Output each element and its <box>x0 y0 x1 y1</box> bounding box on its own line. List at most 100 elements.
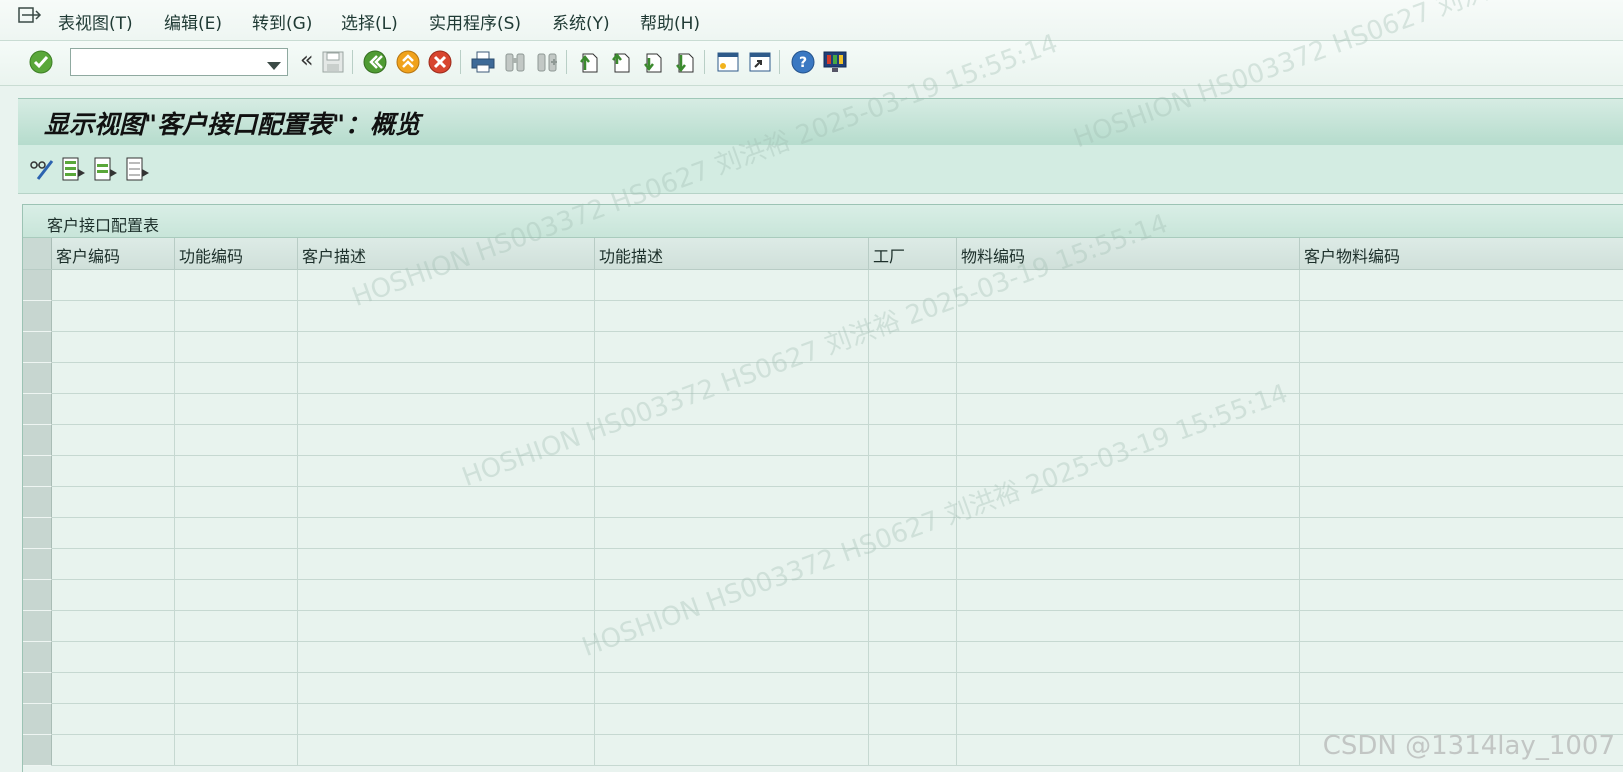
menu-edit[interactable]: 编辑(E) <box>164 9 222 34</box>
table-cell[interactable] <box>957 394 1300 425</box>
table-cell[interactable] <box>298 394 595 425</box>
table-cell[interactable] <box>175 270 298 301</box>
row-selector[interactable] <box>23 580 52 611</box>
table-cell[interactable] <box>957 425 1300 456</box>
row-selector[interactable] <box>23 363 52 394</box>
menu-goto[interactable]: 转到(G) <box>252 9 312 34</box>
table-cell[interactable] <box>869 456 957 487</box>
column-header-function-code[interactable]: 功能编码 <box>175 238 298 269</box>
table-cell[interactable] <box>1300 549 1623 580</box>
table-cell[interactable] <box>298 425 595 456</box>
table-cell[interactable] <box>175 611 298 642</box>
row-selector[interactable] <box>23 332 52 363</box>
table-cell[interactable] <box>175 363 298 394</box>
table-cell[interactable] <box>175 704 298 735</box>
exit-icon[interactable] <box>393 47 423 77</box>
column-header-customer-desc[interactable]: 客户描述 <box>298 238 595 269</box>
last-page-icon[interactable] <box>670 47 700 77</box>
row-selector[interactable] <box>23 549 52 580</box>
table-cell[interactable] <box>52 549 175 580</box>
table-cell[interactable] <box>175 425 298 456</box>
table-cell[interactable] <box>595 673 869 704</box>
first-page-icon[interactable] <box>574 47 604 77</box>
table-cell[interactable] <box>869 518 957 549</box>
table-cell[interactable] <box>869 580 957 611</box>
table-cell[interactable] <box>1300 456 1623 487</box>
table-cell[interactable] <box>957 363 1300 394</box>
table-cell[interactable] <box>52 580 175 611</box>
table-cell[interactable] <box>298 363 595 394</box>
table-cell[interactable] <box>957 270 1300 301</box>
table-cell[interactable] <box>52 456 175 487</box>
table-cell[interactable] <box>957 549 1300 580</box>
table-cell[interactable] <box>175 487 298 518</box>
table-cell[interactable] <box>957 456 1300 487</box>
menu-selection[interactable]: 选择(L) <box>341 9 398 34</box>
table-cell[interactable] <box>869 332 957 363</box>
table-cell[interactable] <box>52 270 175 301</box>
save-icon[interactable] <box>318 47 348 77</box>
row-selector[interactable] <box>23 518 52 549</box>
column-header-customer-code[interactable]: 客户编码 <box>52 238 175 269</box>
find-icon[interactable] <box>500 47 530 77</box>
table-cell[interactable] <box>595 394 869 425</box>
table-cell[interactable] <box>1300 642 1623 673</box>
column-header-customer-material-code[interactable]: 客户物料编码 <box>1300 238 1623 269</box>
table-cell[interactable] <box>869 673 957 704</box>
table-cell[interactable] <box>175 332 298 363</box>
table-cell[interactable] <box>595 704 869 735</box>
table-cell[interactable] <box>298 704 595 735</box>
table-cell[interactable] <box>175 456 298 487</box>
table-cell[interactable] <box>957 735 1300 766</box>
row-selector[interactable] <box>23 642 52 673</box>
table-cell[interactable] <box>52 394 175 425</box>
column-header-plant[interactable]: 工厂 <box>869 238 957 269</box>
table-cell[interactable] <box>298 611 595 642</box>
command-input[interactable] <box>75 50 259 76</box>
table-cell[interactable] <box>595 425 869 456</box>
enter-icon[interactable] <box>26 47 56 77</box>
table-cell[interactable] <box>52 363 175 394</box>
table-cell[interactable] <box>957 642 1300 673</box>
deselect-all-icon[interactable] <box>124 155 152 183</box>
table-cell[interactable] <box>957 332 1300 363</box>
find-next-icon[interactable] <box>532 47 562 77</box>
column-header-function-desc[interactable]: 功能描述 <box>595 238 869 269</box>
row-selector[interactable] <box>23 425 52 456</box>
select-all-rows-button[interactable] <box>23 238 52 269</box>
table-cell[interactable] <box>1300 332 1623 363</box>
table-cell[interactable] <box>298 332 595 363</box>
table-cell[interactable] <box>52 425 175 456</box>
column-header-material-code[interactable]: 物料编码 <box>957 238 1300 269</box>
table-cell[interactable] <box>957 611 1300 642</box>
table-cell[interactable] <box>595 642 869 673</box>
table-cell[interactable] <box>1300 425 1623 456</box>
table-cell[interactable] <box>298 518 595 549</box>
row-selector[interactable] <box>23 270 52 301</box>
table-cell[interactable] <box>298 301 595 332</box>
table-cell[interactable] <box>52 642 175 673</box>
table-cell[interactable] <box>175 549 298 580</box>
layout-icon[interactable] <box>820 47 850 77</box>
command-dropdown-icon[interactable] <box>267 57 281 76</box>
command-field[interactable] <box>70 48 288 76</box>
table-cell[interactable] <box>595 270 869 301</box>
table-cell[interactable] <box>869 394 957 425</box>
menu-utilities[interactable]: 实用程序(S) <box>429 9 521 34</box>
table-cell[interactable] <box>175 642 298 673</box>
table-cell[interactable] <box>595 456 869 487</box>
table-cell[interactable] <box>595 611 869 642</box>
table-cell[interactable] <box>595 580 869 611</box>
table-cell[interactable] <box>52 332 175 363</box>
new-session-icon[interactable] <box>713 47 743 77</box>
table-cell[interactable] <box>1300 363 1623 394</box>
select-block-icon[interactable] <box>92 155 120 183</box>
table-cell[interactable] <box>298 487 595 518</box>
table-cell[interactable] <box>298 456 595 487</box>
table-cell[interactable] <box>869 425 957 456</box>
table-cell[interactable] <box>52 487 175 518</box>
table-cell[interactable] <box>957 580 1300 611</box>
table-cell[interactable] <box>1300 270 1623 301</box>
table-cell[interactable] <box>298 642 595 673</box>
cancel-icon[interactable] <box>425 47 455 77</box>
